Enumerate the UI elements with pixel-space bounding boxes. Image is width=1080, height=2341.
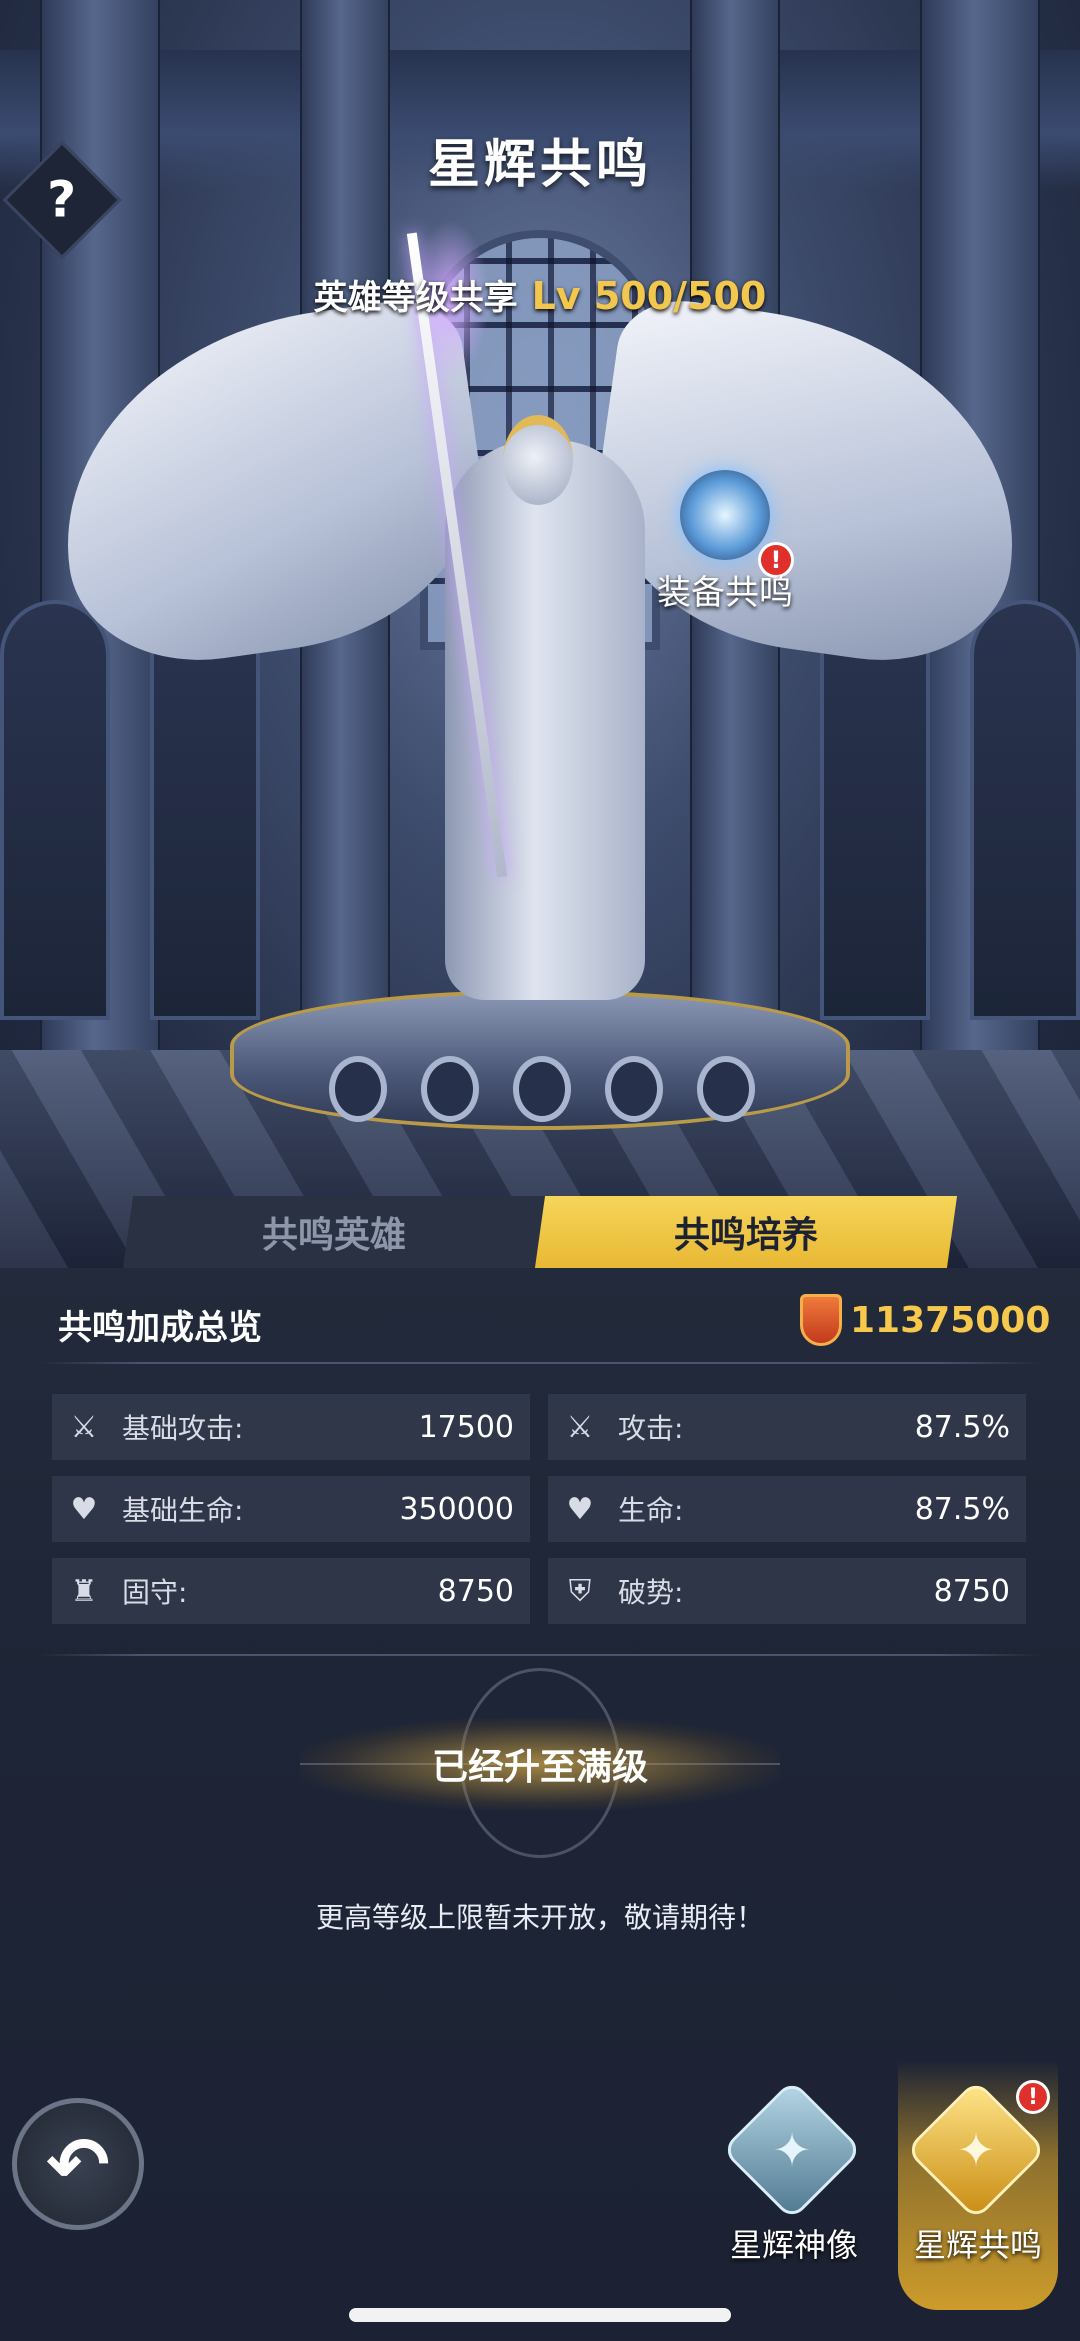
equip-resonance-label: 装备共鸣 [657,573,793,613]
stat-hp: ♥ 生命: 87.5% [548,1476,1026,1542]
power-display: 11375000 [800,1294,1050,1346]
stat-name: 生命: [618,1494,684,1527]
home-indicator[interactable] [349,2308,731,2322]
nav-label: 星辉神像 [729,2226,858,2264]
shield-icon [800,1294,842,1346]
shared-level-value: Lv 500/500 [531,274,767,318]
shared-level-label: 英雄等级共享 [313,278,518,318]
back-arrow-icon: ↶ [46,2119,110,2209]
alert-badge-icon: ! [1016,2080,1050,2114]
stat-value: 8750 [933,1573,1010,1609]
resonance-orb-icon [680,470,770,560]
tab-resonance-training[interactable]: 共鸣培养 [534,1196,958,1268]
divider [40,1362,1040,1364]
angel-statue-head [503,415,573,505]
sword-up-icon: ⚔ [566,1409,594,1445]
fortress-icon: ♜ [70,1573,98,1609]
pedestal-socket [605,1056,663,1122]
broken-shield-icon: ⛨ [568,1573,592,1609]
coming-soon-note: 更高等级上限暂未开放，敬请期待！ [315,1901,764,1934]
summary-title: 共鸣加成总览 [58,1308,262,1348]
max-level-banner: 已经升至满级 [0,1668,1080,1858]
heart-icon: ♥ [70,1491,98,1527]
stat-value: 8750 [437,1573,514,1609]
archway-left-2 [150,600,260,1020]
power-value: 11375000 [850,1299,1051,1341]
divider [40,1654,1040,1656]
equip-resonance-button[interactable]: ! 装备共鸣 [640,470,810,620]
stat-name: 攻击: [618,1412,684,1445]
heart-up-icon: ♥ [566,1491,594,1527]
stat-value: 17500 [418,1409,514,1445]
archway-right-1 [970,600,1080,1020]
stat-value: 87.5% [914,1409,1010,1445]
max-level-text: 已经升至满级 [431,1747,648,1788]
nav-star-statue[interactable]: ✦ 星辉神像 [714,2060,874,2310]
stat-name: 基础攻击: [122,1412,244,1445]
statue-pedestal [230,990,850,1130]
stat-name: 破势: [618,1576,684,1609]
pedestal-socket [513,1056,571,1122]
pedestal-socket [421,1056,479,1122]
stat-base-attack: ⚔ 基础攻击: 17500 [52,1394,530,1460]
archway-right-2 [820,600,930,1020]
tab-label: 共鸣英雄 [261,1215,406,1256]
stat-break: ⛨ 破势: 8750 [548,1558,1026,1624]
stat-name: 基础生命: [122,1494,244,1527]
tab-bar: 共鸣英雄 共鸣培养 [122,1196,958,1268]
pedestal-socket [329,1056,387,1122]
stat-name: 固守: [122,1576,188,1609]
stat-base-hp: ♥ 基础生命: 350000 [52,1476,530,1542]
back-button[interactable]: ↶ [12,2098,144,2230]
pedestal-socket [697,1056,755,1122]
statue-emblem-icon: ✦ [721,2079,863,2221]
stat-attack: ⚔ 攻击: 87.5% [548,1394,1026,1460]
nav-label: 星辉共鸣 [913,2226,1042,2264]
nav-star-resonance[interactable]: ✦ ! 星辉共鸣 [898,2060,1058,2310]
stat-fortitude: ♜ 固守: 8750 [52,1558,530,1624]
stat-value: 87.5% [914,1491,1010,1527]
stat-value: 350000 [399,1491,514,1527]
page-title: 星辉共鸣 [427,135,652,195]
tab-label: 共鸣培养 [673,1215,818,1256]
shared-level: 英雄等级共享 Lv 500/500 [0,270,1080,319]
sword-icon: ⚔ [70,1409,98,1445]
archway-left-1 [0,600,110,1020]
tab-resonance-heroes[interactable]: 共鸣英雄 [122,1196,546,1268]
